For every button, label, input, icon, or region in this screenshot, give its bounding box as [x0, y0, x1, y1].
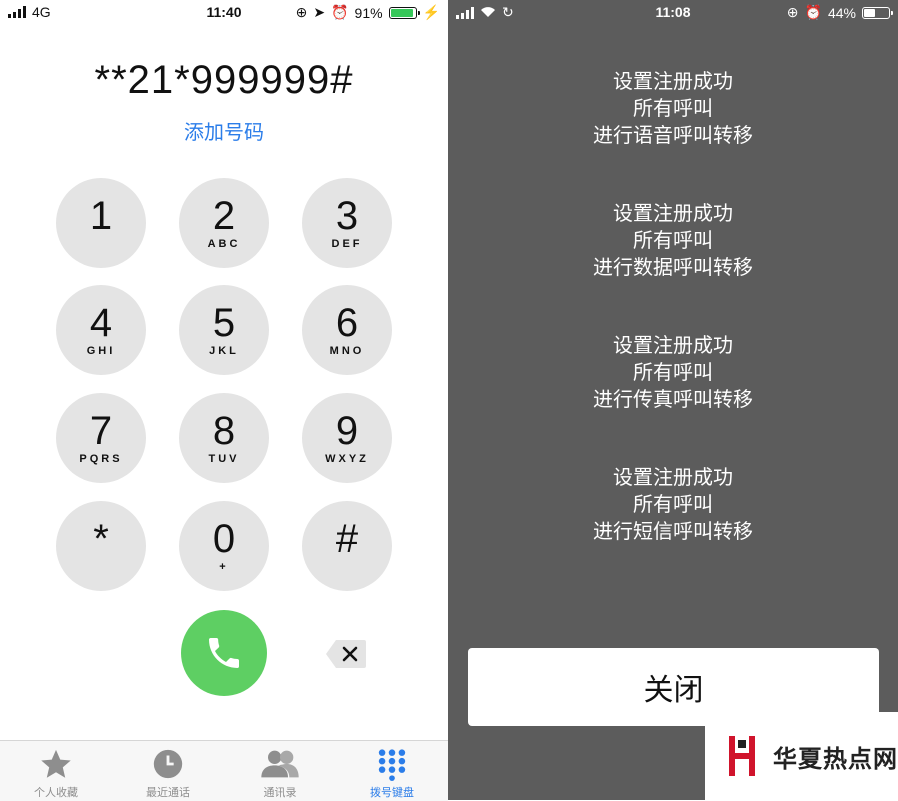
- tab-favorites[interactable]: 个人收藏: [0, 741, 112, 801]
- result-messages: 设置注册成功 所有呼叫 进行语音呼叫转移 设置注册成功 所有呼叫 进行数据呼叫转…: [448, 68, 898, 596]
- key-letters: +: [219, 561, 229, 573]
- key-4[interactable]: 4 GHI: [56, 285, 146, 375]
- message-line: 设置注册成功: [613, 201, 733, 225]
- backspace-icon: [326, 640, 366, 668]
- message-line: 设置注册成功: [613, 69, 733, 93]
- orientation-lock-icon: ⊕: [786, 4, 799, 20]
- key-5[interactable]: 5 JKL: [179, 285, 269, 375]
- star-icon: [41, 749, 71, 778]
- key-digit: 2: [212, 194, 236, 238]
- key-hash[interactable]: #: [302, 501, 392, 591]
- charging-icon: ⚡: [422, 4, 440, 20]
- battery-icon: [388, 6, 420, 19]
- key-9[interactable]: 9 WXYZ: [302, 393, 392, 483]
- key-1[interactable]: 1: [56, 178, 146, 268]
- key-star[interactable]: *: [56, 501, 146, 591]
- alarm-icon: ⏰: [804, 4, 822, 20]
- key-digit: 3: [335, 194, 359, 238]
- message-line: 设置注册成功: [613, 333, 733, 357]
- message-line: 所有呼叫: [633, 96, 713, 120]
- dialer-screen: 4G 11:40 ⊕ ➤ ⏰ 91% ⚡ **21*999999# 添加号码 1…: [0, 0, 448, 801]
- forwarding-result-screen: ↻ 11:08 ⊕ ⏰ 44% 设置注册成功 所有呼叫 进行语音呼叫转移 设置注…: [448, 0, 898, 800]
- orientation-lock-icon: ⊕: [295, 4, 308, 20]
- key-digit: 4: [89, 301, 113, 345]
- message-line: 进行语音呼叫转移: [593, 123, 753, 147]
- result-message: 设置注册成功 所有呼叫 进行语音呼叫转移: [448, 68, 898, 200]
- tab-bar: 个人收藏 最近通话 通讯录 拨号键盘: [0, 740, 448, 801]
- alarm-icon: ⏰: [331, 4, 349, 20]
- clock-icon: [153, 749, 183, 779]
- key-letters: PQRS: [79, 453, 123, 465]
- key-0[interactable]: 0 +: [179, 501, 269, 591]
- key-letters: ABC: [207, 238, 241, 250]
- keypad-icon: [378, 749, 406, 781]
- key-digit: 9: [335, 409, 359, 453]
- message-line: 进行传真呼叫转移: [593, 387, 753, 411]
- key-letters: JKL: [209, 345, 239, 357]
- watermark: 华夏热点网: [705, 712, 898, 800]
- battery-icon: [862, 6, 893, 19]
- key-digit: 7: [89, 409, 113, 453]
- battery-percent: 44%: [827, 4, 856, 21]
- key-6[interactable]: 6 MNO: [302, 285, 392, 375]
- tab-recents[interactable]: 最近通话: [112, 741, 224, 801]
- key-letters: GHI: [86, 345, 116, 357]
- call-button[interactable]: [181, 610, 267, 696]
- tab-label: 通讯录: [263, 786, 297, 799]
- status-bar: 4G 11:40 ⊕ ➤ ⏰ 91% ⚡: [0, 0, 448, 26]
- message-line: 所有呼叫: [633, 228, 713, 252]
- tab-label: 最近通话: [146, 786, 190, 799]
- key-letters: DEF: [331, 238, 363, 250]
- result-message: 设置注册成功 所有呼叫 进行短信呼叫转移: [448, 464, 898, 596]
- key-8[interactable]: 8 TUV: [179, 393, 269, 483]
- message-line: 进行短信呼叫转移: [593, 519, 753, 543]
- key-digit: 6: [335, 301, 359, 345]
- key-letters: WXYZ: [325, 453, 369, 465]
- message-line: 所有呼叫: [633, 492, 713, 516]
- message-line: 设置注册成功: [613, 465, 733, 489]
- add-number-link[interactable]: 添加号码: [0, 116, 448, 145]
- phone-icon: [209, 638, 239, 668]
- tab-label: 个人收藏: [34, 786, 78, 799]
- dialed-number: **21*999999#: [94, 58, 354, 102]
- tab-label: 拨号键盘: [370, 786, 414, 799]
- status-bar: ↻ 11:08 ⊕ ⏰ 44%: [448, 0, 898, 26]
- battery-percent: 91%: [354, 4, 383, 21]
- key-digit: 0: [212, 517, 236, 561]
- watermark-text: 华夏热点网: [773, 744, 898, 773]
- delete-button[interactable]: [324, 638, 368, 670]
- tab-contacts[interactable]: 通讯录: [224, 741, 336, 801]
- brand-logo-icon: [729, 736, 755, 776]
- result-message: 设置注册成功 所有呼叫 进行传真呼叫转移: [448, 332, 898, 464]
- key-digit: *: [93, 517, 109, 561]
- key-letters: TUV: [208, 453, 240, 465]
- message-line: 所有呼叫: [633, 360, 713, 384]
- key-digit: 8: [212, 409, 236, 453]
- key-digit: 1: [89, 194, 113, 238]
- key-digit: 5: [212, 301, 236, 345]
- key-2[interactable]: 2 ABC: [179, 178, 269, 268]
- key-letters: MNO: [329, 345, 365, 357]
- result-message: 设置注册成功 所有呼叫 进行数据呼叫转移: [448, 200, 898, 332]
- key-3[interactable]: 3 DEF: [302, 178, 392, 268]
- location-icon: ➤: [313, 4, 326, 20]
- contacts-icon: [261, 750, 299, 778]
- key-digit: #: [335, 517, 359, 561]
- key-7[interactable]: 7 PQRS: [56, 393, 146, 483]
- tab-keypad[interactable]: 拨号键盘: [336, 741, 448, 801]
- message-line: 进行数据呼叫转移: [593, 255, 753, 279]
